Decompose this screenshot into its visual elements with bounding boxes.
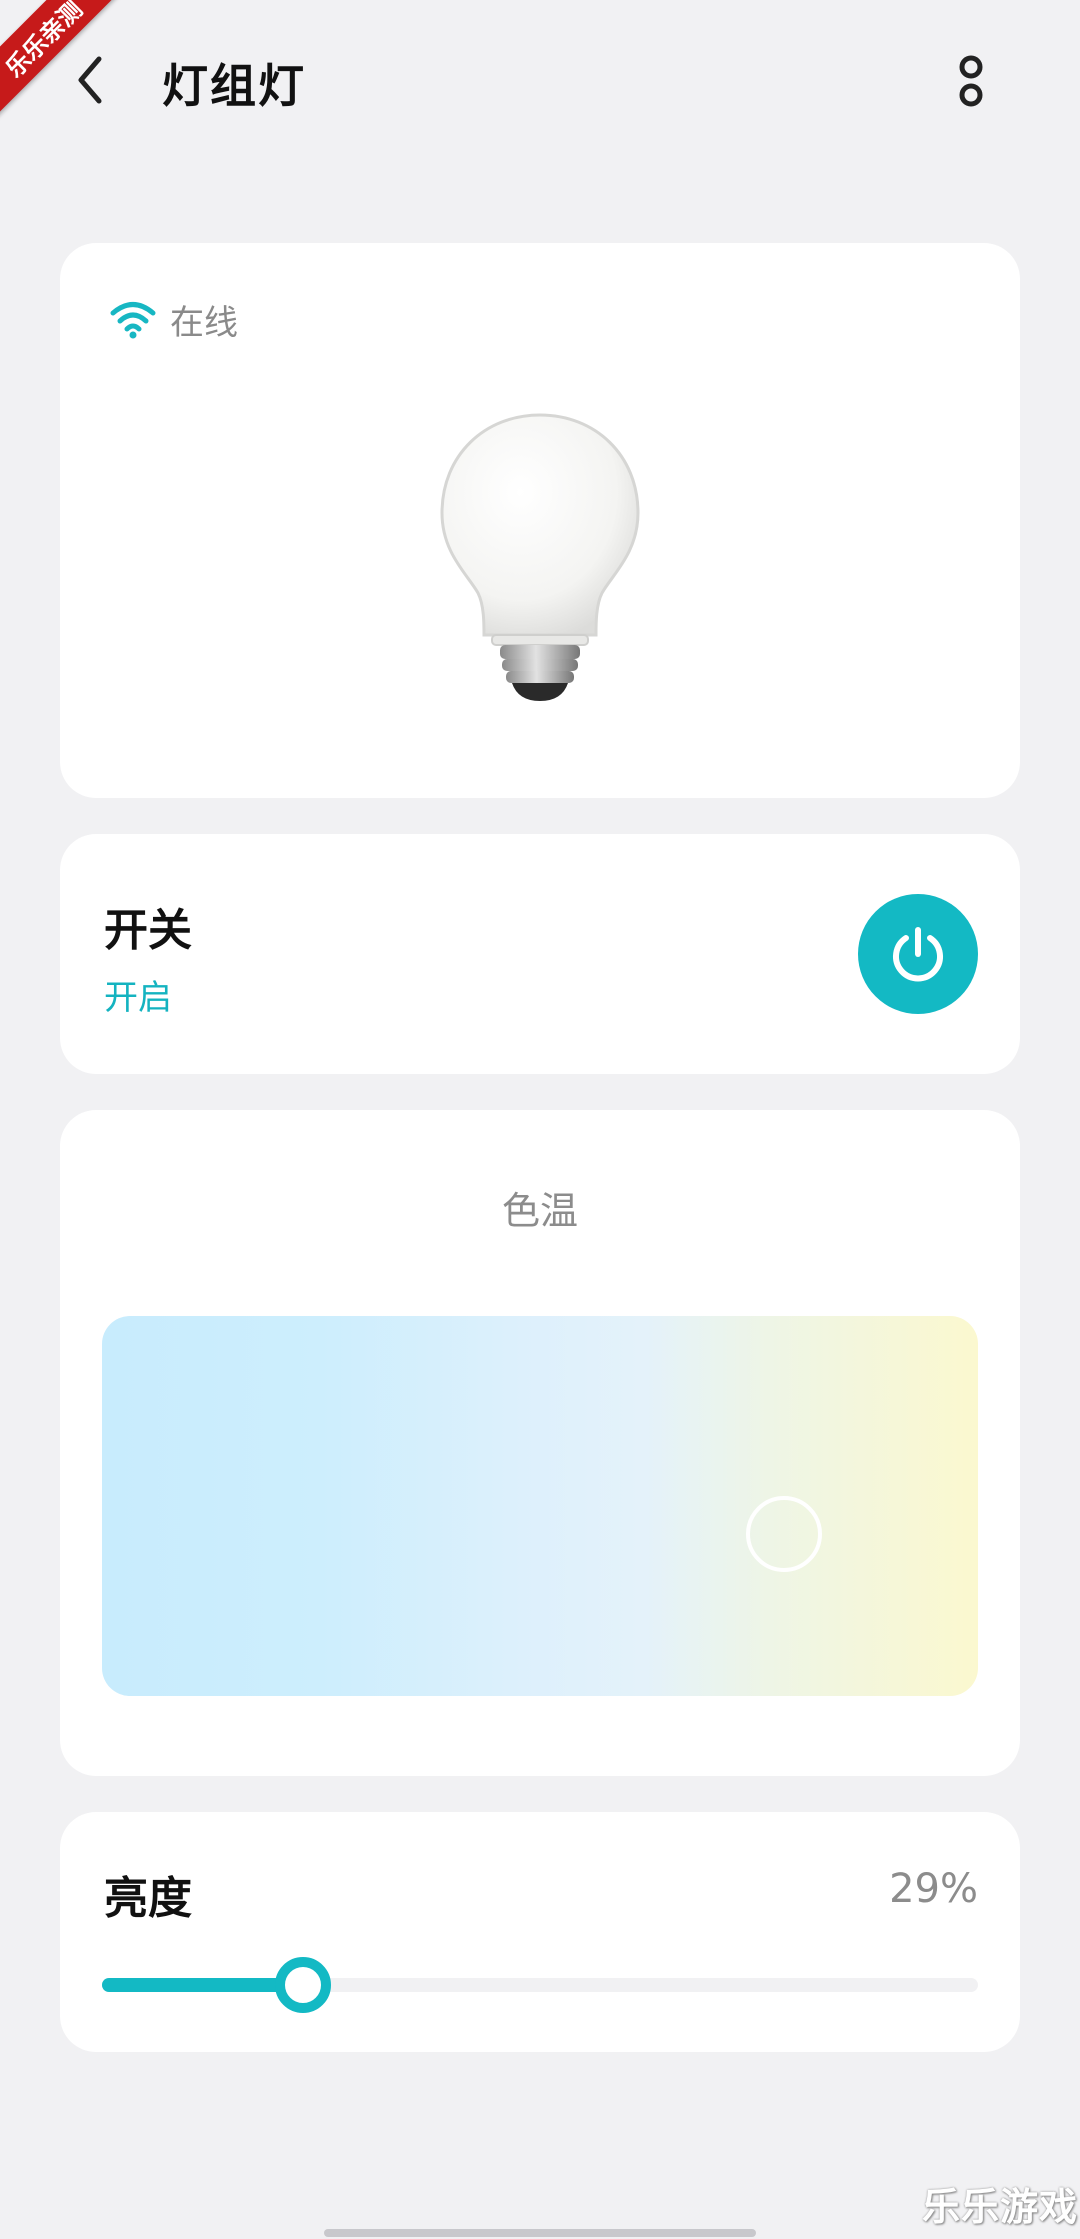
power-button[interactable] xyxy=(858,894,978,1014)
online-status-text: 在线 xyxy=(170,303,238,343)
back-button[interactable] xyxy=(62,52,118,108)
app-header: 灯组灯 xyxy=(0,0,1080,170)
power-icon xyxy=(893,927,943,982)
color-temperature-card: 色温 xyxy=(60,1110,1020,1776)
more-options-icon xyxy=(959,55,983,107)
brightness-slider-fill xyxy=(102,1978,303,1992)
color-temperature-title: 色温 xyxy=(501,1189,578,1233)
brightness-card: 亮度 29% xyxy=(60,1812,1020,2052)
color-temperature-handle[interactable] xyxy=(746,1496,822,1572)
brightness-slider[interactable] xyxy=(102,1957,978,2013)
page-title: 灯组灯 xyxy=(162,59,306,113)
device-card: 在线 xyxy=(60,243,1020,798)
brightness-slider-thumb[interactable] xyxy=(275,1957,331,2013)
wifi-icon xyxy=(110,301,156,338)
watermark: 乐乐游戏 xyxy=(921,2185,1078,2229)
switch-title: 开关 xyxy=(104,905,192,956)
more-options-button[interactable] xyxy=(945,50,997,112)
switch-card: 开关 开启 xyxy=(60,834,1020,1074)
back-arrow-icon xyxy=(78,56,102,104)
switch-state: 开启 xyxy=(104,978,172,1018)
home-indicator[interactable] xyxy=(324,2229,756,2237)
light-bulb-icon xyxy=(440,413,640,701)
color-temperature-picker[interactable] xyxy=(102,1316,978,1696)
brightness-value: 29% xyxy=(889,1866,978,1912)
online-status: 在线 xyxy=(110,295,238,344)
brightness-title: 亮度 xyxy=(104,1873,192,1924)
